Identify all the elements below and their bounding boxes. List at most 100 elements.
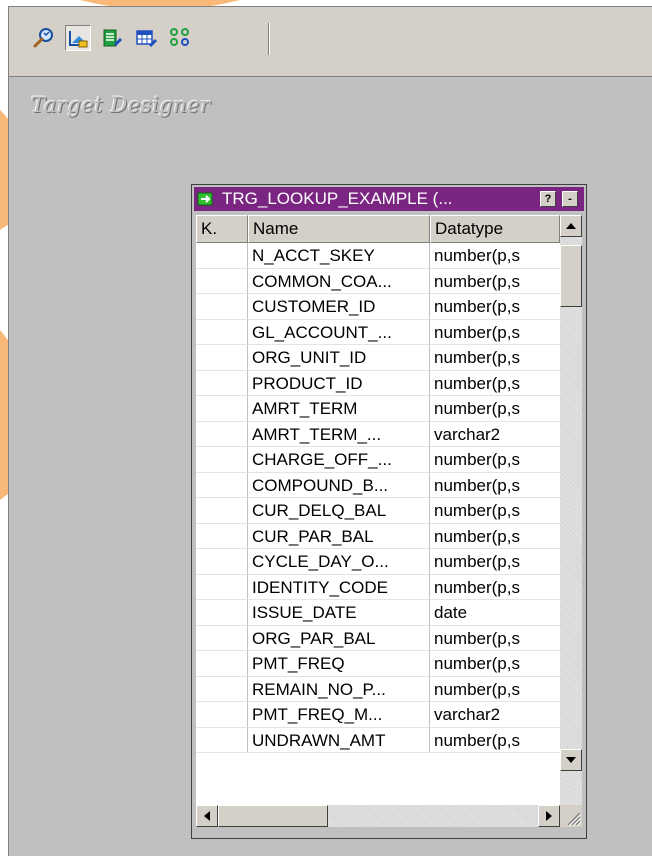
key-cell (196, 421, 248, 447)
link-icon[interactable] (167, 25, 193, 51)
toolbar-separator (268, 23, 270, 55)
list-edit-icon[interactable] (99, 25, 125, 51)
key-cell (196, 702, 248, 728)
table-row[interactable]: CYCLE_DAY_O... number(p,s (196, 549, 560, 575)
name-cell: PMT_FREQ (248, 651, 430, 677)
designer-frame: Target Designer TRG_LOOKUP_EXAMPLE (... … (8, 6, 652, 856)
name-cell: COMPOUND_B... (248, 472, 430, 498)
table-row[interactable]: ISSUE_DATE date (196, 600, 560, 626)
datatype-cell: number(p,s (430, 498, 560, 524)
key-cell (196, 243, 248, 269)
table-row[interactable]: PRODUCT_ID number(p,s (196, 370, 560, 396)
datatype-cell: varchar2 (430, 422, 560, 447)
table-row[interactable]: CHARGE_OFF_... number(p,s (196, 447, 560, 473)
datatype-cell: varchar2 (430, 702, 560, 728)
table-row[interactable]: AMRT_TERM_... varchar2 (196, 421, 560, 447)
table-edit-icon[interactable] (133, 25, 159, 51)
table-row[interactable]: ORG_UNIT_ID number(p,s (196, 345, 560, 371)
table-row[interactable]: PMT_FREQ_M... varchar2 (196, 702, 560, 728)
arrow-right-icon (546, 811, 552, 821)
minimize-button[interactable]: - (562, 191, 578, 207)
key-cell (196, 345, 248, 371)
key-cell (196, 472, 248, 498)
name-cell: ISSUE_DATE (248, 600, 430, 626)
datatype-cell: number(p,s (430, 473, 560, 498)
name-cell: PMT_FREQ_M... (248, 702, 430, 728)
column-header-key[interactable]: K. (196, 215, 248, 243)
table-window-titlebar[interactable]: TRG_LOOKUP_EXAMPLE (... ? - (194, 187, 584, 211)
workspace[interactable]: Target Designer TRG_LOOKUP_EXAMPLE (... … (9, 77, 652, 856)
datatype-cell: number(p,s (430, 345, 560, 371)
help-button[interactable]: ? (540, 191, 556, 207)
datatype-cell: number(p,s (430, 320, 560, 345)
datatype-cell: number(p,s (430, 626, 560, 651)
arrow-left-icon (204, 811, 210, 821)
table-row[interactable]: COMPOUND_B... number(p,s (196, 472, 560, 498)
key-cell (196, 498, 248, 524)
column-header-datatype[interactable]: Datatype (430, 215, 560, 243)
key-cell (196, 447, 248, 473)
name-cell: N_ACCT_SKEY (248, 243, 430, 269)
key-cell (196, 651, 248, 677)
name-cell: CUSTOMER_ID (248, 294, 430, 320)
table-row[interactable]: ORG_PAR_BAL number(p,s (196, 625, 560, 651)
toolbar (9, 7, 652, 77)
scroll-down-button[interactable] (560, 749, 582, 771)
key-cell (196, 319, 248, 345)
datatype-cell: number(p,s (430, 371, 560, 396)
datatype-cell: number(p,s (430, 447, 560, 473)
table-row[interactable]: GL_ACCOUNT_... number(p,s (196, 319, 560, 345)
datatype-cell: number(p,s (430, 243, 560, 269)
datatype-cell: number(p,s (430, 294, 560, 320)
table-row[interactable]: UNDRAWN_AMT number(p,s (196, 727, 560, 753)
table-window[interactable]: TRG_LOOKUP_EXAMPLE (... ? - K. Name Data… (191, 184, 587, 839)
datatype-cell: date (430, 600, 560, 626)
horizontal-scroll-thumb[interactable] (218, 805, 328, 827)
horizontal-scrollbar[interactable] (196, 805, 560, 827)
search-icon[interactable] (31, 25, 57, 51)
scroll-left-button[interactable] (196, 805, 218, 827)
table-row[interactable]: IDENTITY_CODE number(p,s (196, 574, 560, 600)
column-header-name[interactable]: Name (248, 215, 430, 243)
name-cell: GL_ACCOUNT_... (248, 319, 430, 345)
name-cell: IDENTITY_CODE (248, 574, 430, 600)
table-row[interactable]: PMT_FREQ number(p,s (196, 651, 560, 677)
table-row[interactable]: CUSTOMER_ID number(p,s (196, 294, 560, 320)
table-row[interactable]: COMMON_COA... number(p,s (196, 268, 560, 294)
table-row[interactable]: CUR_PAR_BAL number(p,s (196, 523, 560, 549)
key-cell (196, 294, 248, 320)
name-cell: CYCLE_DAY_O... (248, 549, 430, 575)
datatype-cell: number(p,s (430, 524, 560, 549)
key-cell (196, 549, 248, 575)
key-cell (196, 600, 248, 626)
table-row[interactable]: AMRT_TERM number(p,s (196, 396, 560, 422)
vertical-scroll-thumb[interactable] (560, 245, 582, 307)
name-cell: CUR_PAR_BAL (248, 523, 430, 549)
key-cell (196, 268, 248, 294)
target-designer-icon[interactable] (65, 25, 91, 51)
name-cell: CHARGE_OFF_... (248, 447, 430, 473)
key-cell (196, 396, 248, 422)
resize-grip[interactable] (560, 805, 582, 827)
grid-rows: N_ACCT_SKEY number(p,s COMMON_COA... numbe… (196, 243, 560, 753)
vertical-scrollbar[interactable] (560, 215, 582, 805)
key-cell (196, 727, 248, 753)
table-row[interactable]: CUR_DELQ_BAL number(p,s (196, 498, 560, 524)
name-cell: CUR_DELQ_BAL (248, 498, 430, 524)
key-cell (196, 574, 248, 600)
name-cell: PRODUCT_ID (248, 370, 430, 396)
datatype-cell: number(p,s (430, 269, 560, 294)
table-row[interactable]: N_ACCT_SKEY number(p,s (196, 243, 560, 269)
datatype-cell: number(p,s (430, 396, 560, 422)
name-cell: AMRT_TERM (248, 396, 430, 422)
datatype-cell: number(p,s (430, 728, 560, 753)
name-cell: COMMON_COA... (248, 268, 430, 294)
table-window-title: TRG_LOOKUP_EXAMPLE (... (222, 189, 453, 208)
table-row[interactable]: REMAIN_NO_P... number(p,s (196, 676, 560, 702)
datatype-cell: number(p,s (430, 549, 560, 575)
scroll-up-button[interactable] (560, 215, 582, 237)
name-cell: AMRT_TERM_... (248, 421, 430, 447)
key-cell (196, 370, 248, 396)
scroll-right-button[interactable] (538, 805, 560, 827)
name-cell: REMAIN_NO_P... (248, 676, 430, 702)
